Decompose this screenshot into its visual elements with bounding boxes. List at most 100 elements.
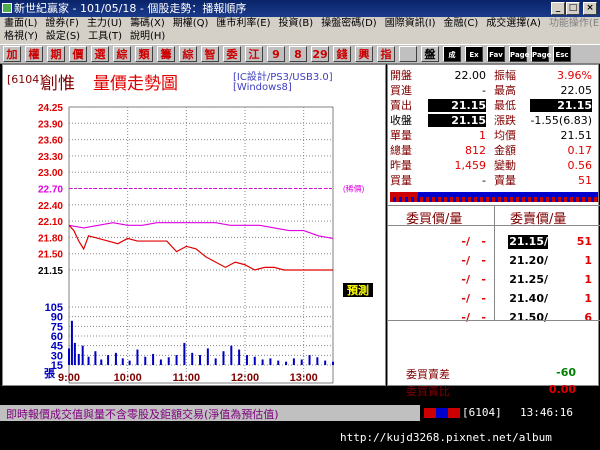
quote-value: 3.96% bbox=[557, 69, 592, 82]
bid-ask-ratio-value: 0.00 bbox=[548, 383, 576, 396]
minimize-button[interactable]: _ bbox=[551, 2, 565, 15]
bid-ask-diff-value: -60 bbox=[556, 366, 576, 379]
menu-item[interactable]: 期權(Q) bbox=[173, 18, 209, 29]
toolbar-button[interactable]: Esc bbox=[553, 46, 571, 62]
toolbar-button[interactable]: Page bbox=[531, 46, 551, 62]
menu-item[interactable]: 投資(B) bbox=[279, 18, 314, 29]
quote-label: 買量 bbox=[390, 174, 412, 187]
bid-qty: - bbox=[481, 292, 486, 305]
time-tick-label: 11:00 bbox=[173, 372, 201, 384]
menu-item[interactable]: 證券(F) bbox=[45, 18, 79, 29]
quote-row: 昨量 1,459 變動 0.56 bbox=[388, 159, 600, 172]
menu-item[interactable]: 功能操作(E) bbox=[549, 18, 600, 29]
quote-value: 21.15 bbox=[428, 114, 486, 127]
orderbook-row: -/- 21.20/1 bbox=[388, 254, 600, 268]
price-tick-label: 23.00 bbox=[38, 168, 63, 179]
menu-item[interactable]: 匯市利率(E) bbox=[216, 18, 270, 29]
menu-item[interactable]: 主力(U) bbox=[87, 18, 122, 29]
quote-label: 賣出 bbox=[390, 99, 412, 112]
quote-label: 收盤 bbox=[390, 114, 412, 127]
quote-label: 振幅 bbox=[494, 69, 516, 82]
menu-item[interactable]: 國際資訊(I) bbox=[385, 18, 436, 29]
quote-panel: 開盤 22.00 振幅 3.96% 買進 - 最高 22.05 賣出 21.15 最低 21.15 收盤… bbox=[387, 64, 600, 398]
quote-value: - bbox=[482, 84, 486, 97]
quote-value: 812 bbox=[465, 144, 486, 157]
toolbar-button[interactable]: 指 bbox=[377, 46, 395, 62]
toolbar-button[interactable]: 盤 bbox=[421, 46, 439, 62]
strength-indicator bbox=[424, 408, 460, 418]
bid-qty: - bbox=[481, 273, 486, 286]
quote-value: - bbox=[482, 174, 486, 187]
status-time: 13:46:16 bbox=[520, 406, 573, 419]
toolbar-button[interactable]: 綜 bbox=[113, 46, 131, 62]
bid-ask-ratio-label: 委買賣比 bbox=[406, 385, 450, 398]
ask-price: 21.40/ bbox=[509, 292, 548, 305]
quote-value: 21.15 bbox=[530, 99, 592, 112]
ask-price: 21.50/ bbox=[509, 311, 548, 324]
orderbook-row: -/- 21.25/1 bbox=[388, 273, 600, 287]
toolbar-button[interactable]: 加 bbox=[3, 46, 21, 62]
toolbar-button[interactable]: Ex bbox=[465, 46, 483, 62]
bottom-area: http://kujd3268.pixnet.net/album bbox=[0, 421, 600, 450]
toolbar-button[interactable]: 期 bbox=[47, 46, 65, 62]
toolbar-button[interactable]: 價 bbox=[69, 46, 87, 62]
quote-label: 買進 bbox=[390, 84, 412, 97]
price-tick-label: 23.60 bbox=[38, 136, 63, 147]
status-bar: 即時報價成交值與量不含零股及鉅額交易(淨值為預估值) [6104] 13:46:… bbox=[0, 405, 600, 421]
quote-value: 51 bbox=[578, 174, 592, 187]
ask-qty: 51 bbox=[576, 235, 592, 248]
toolbar-button[interactable]: 委 bbox=[223, 46, 241, 62]
price-tick-label: 21.50 bbox=[38, 250, 63, 261]
toolbar-button[interactable]: 籌 bbox=[157, 46, 175, 62]
menu-item[interactable]: 畫面(L) bbox=[4, 18, 37, 29]
bid-qty: - bbox=[481, 311, 486, 324]
quote-value: 1,459 bbox=[454, 159, 487, 172]
quote-value: 21.15 bbox=[428, 99, 486, 112]
toolbar-button[interactable]: 類 bbox=[135, 46, 153, 62]
quote-row: 買量 - 賣量 51 bbox=[388, 174, 600, 187]
window-title: 新世紀贏家 - 101/05/18 - 個股走勢：播報順序 bbox=[14, 2, 247, 15]
time-tick-label: 12:00 bbox=[231, 372, 259, 384]
menu-item[interactable]: 籌碼(X) bbox=[130, 18, 165, 29]
toolbar-button[interactable]: 9 bbox=[267, 46, 285, 62]
quote-label: 最高 bbox=[494, 84, 516, 97]
close-button[interactable]: × bbox=[583, 2, 597, 15]
price-tick-label: 23.30 bbox=[38, 152, 63, 163]
price-tick-label: 21.15 bbox=[38, 266, 63, 277]
quote-label: 均價 bbox=[494, 129, 516, 142]
bid-qty: - bbox=[481, 235, 486, 248]
bid-price: -/ bbox=[461, 292, 470, 305]
toolbar: 加權期價選綜類籌綜智委江 9 8 29 錢興指盤成 Ex Fav Page Page Esc bbox=[0, 44, 600, 64]
price-tick-label: 24.25 bbox=[38, 103, 63, 114]
menu-item[interactable]: 設定(S) bbox=[46, 31, 80, 42]
menu-item[interactable]: 工具(T) bbox=[88, 31, 122, 42]
bid-price: -/ bbox=[461, 311, 470, 324]
ask-qty: 1 bbox=[584, 254, 592, 267]
toolbar-button[interactable]: 選 bbox=[91, 46, 109, 62]
menu-item[interactable]: 成交選擇(A) bbox=[486, 18, 541, 29]
toolbar-button[interactable]: 成 bbox=[443, 46, 461, 62]
quote-label: 賣量 bbox=[494, 174, 516, 187]
toolbar-button[interactable]: Fav bbox=[487, 46, 505, 62]
menu-item[interactable]: 金融(C) bbox=[443, 18, 478, 29]
toolbar-button[interactable]: 江 bbox=[245, 46, 263, 62]
toolbar-button[interactable]: Page bbox=[509, 46, 529, 62]
toolbar-button[interactable]: 權 bbox=[25, 46, 43, 62]
toolbar-button[interactable]: 29 bbox=[311, 46, 329, 62]
toolbar-button[interactable]: 8 bbox=[289, 46, 307, 62]
orderbook-row: -/- 21.50/6 bbox=[388, 311, 600, 325]
title-bar: 新世紀贏家 - 101/05/18 - 個股走勢：播報順序 _ □ × bbox=[0, 0, 600, 17]
toolbar-button[interactable]: 興 bbox=[355, 46, 373, 62]
toolbar-button[interactable] bbox=[399, 46, 417, 62]
toolbar-button[interactable]: 綜 bbox=[179, 46, 197, 62]
quote-row: 買進 - 最高 22.05 bbox=[388, 84, 600, 97]
quote-value: 1 bbox=[479, 129, 486, 142]
maximize-button[interactable]: □ bbox=[566, 2, 580, 15]
orderbook-row: -/- 21.15/51 bbox=[388, 235, 600, 249]
toolbar-button[interactable]: 智 bbox=[201, 46, 219, 62]
menu-item[interactable]: 說明(H) bbox=[130, 31, 165, 42]
toolbar-button[interactable]: 錢 bbox=[333, 46, 351, 62]
quote-value: 0.56 bbox=[567, 159, 593, 172]
menu-item[interactable]: 格視(Y) bbox=[4, 31, 38, 42]
menu-item[interactable]: 操盤密碼(D) bbox=[321, 18, 377, 29]
